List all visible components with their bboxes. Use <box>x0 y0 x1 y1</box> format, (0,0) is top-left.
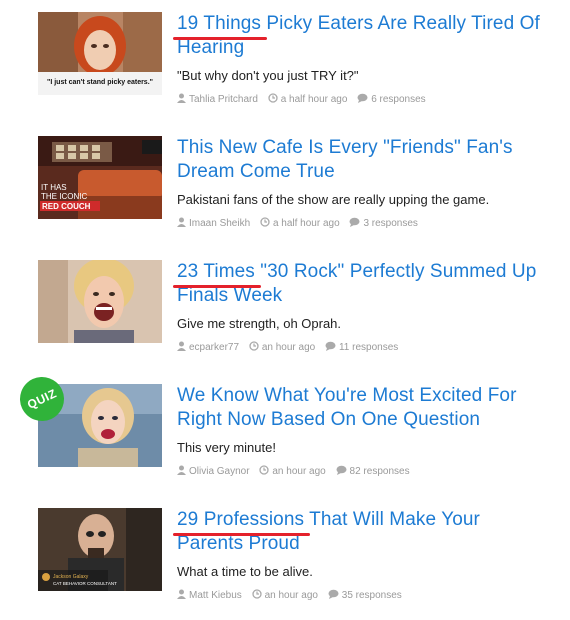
article-meta: Tahlia Pritchard a half hour ago 6 respo… <box>177 93 557 105</box>
title-highlight: 23 Times <box>173 261 261 288</box>
article-thumbnail[interactable]: "I just can't stand picky eaters." <box>38 12 162 95</box>
title-highlight: 29 Professions <box>173 509 311 536</box>
timestamp: a half hour ago <box>260 217 340 229</box>
article-card: Jackson Galaxy CAT BEHAVIOR CONSULTANT 2… <box>0 508 570 620</box>
user-icon <box>177 217 186 227</box>
article-meta: Imaan Sheikh a half hour ago 3 responses <box>177 217 557 229</box>
user-icon <box>177 341 186 351</box>
comment-icon <box>336 465 347 475</box>
responses-link[interactable]: 11 responses <box>325 341 398 353</box>
red-underline <box>173 37 267 40</box>
article-title[interactable]: 23 Times "30 Rock" Perfectly Summed Up F… <box>173 260 547 308</box>
article-meta: ecparker77 an hour ago 11 responses <box>177 341 557 353</box>
thumb-caption: RED COUCH <box>42 202 91 211</box>
thumb-caption: Jackson Galaxy <box>53 574 89 580</box>
responses-link[interactable]: 82 responses <box>336 465 410 477</box>
article-description: Pakistani fans of the show are really up… <box>177 192 490 207</box>
article-description: This very minute! <box>177 440 276 455</box>
responses-link[interactable]: 6 responses <box>357 93 426 105</box>
responses-link[interactable]: 3 responses <box>349 217 418 229</box>
article-meta: Olivia Gaynor an hour ago 82 responses <box>177 465 557 477</box>
clock-icon <box>251 589 262 599</box>
author-link[interactable]: Matt Kiebus <box>177 589 242 601</box>
article-meta: Matt Kiebus an hour ago 35 responses <box>177 589 557 601</box>
clock-icon <box>260 217 270 227</box>
article-card: "I just can't stand picky eaters." 19 Th… <box>0 12 570 124</box>
timestamp: an hour ago <box>251 589 318 601</box>
article-thumbnail[interactable]: Jackson Galaxy CAT BEHAVIOR CONSULTANT <box>38 508 162 591</box>
clock-icon <box>259 465 270 475</box>
article-feed: "I just can't stand picky eaters." 19 Th… <box>0 0 570 616</box>
timestamp: a half hour ago <box>268 93 347 105</box>
author-link[interactable]: ecparker77 <box>177 341 239 353</box>
article-thumbnail[interactable]: IT HAS THE ICONIC RED COUCH <box>38 136 162 219</box>
clock-icon <box>268 93 278 103</box>
author-link[interactable]: Tahlia Pritchard <box>177 93 258 105</box>
comment-icon <box>325 341 336 351</box>
article-thumbnail[interactable] <box>38 260 162 343</box>
thumb-caption: "I just can't stand picky eaters." <box>47 79 153 86</box>
title-highlight: 19 Things <box>173 13 267 40</box>
article-card: 23 Times "30 Rock" Perfectly Summed Up F… <box>0 260 570 372</box>
user-icon <box>177 93 186 103</box>
user-icon <box>177 465 186 475</box>
article-title[interactable]: This New Cafe Is Every "Friends" Fan's D… <box>177 136 547 184</box>
thumb-caption: IT HAS <box>41 183 67 192</box>
comment-icon <box>357 93 368 103</box>
article-card: We Know What You're Most Excited For Rig… <box>0 384 570 496</box>
thumb-caption: THE ICONIC <box>41 192 87 201</box>
article-card: IT HAS THE ICONIC RED COUCH This New Caf… <box>0 136 570 248</box>
article-title[interactable]: 19 Things Picky Eaters Are Really Tired … <box>173 12 547 60</box>
thumb-caption: CAT BEHAVIOR CONSULTANT <box>53 581 117 586</box>
article-description: Give me strength, oh Oprah. <box>177 316 342 331</box>
article-title[interactable]: 29 Professions That Will Make Your Paren… <box>173 508 547 556</box>
responses-link[interactable]: 35 responses <box>328 589 402 601</box>
timestamp: an hour ago <box>259 465 326 477</box>
timestamp: an hour ago <box>249 341 315 353</box>
author-link[interactable]: Imaan Sheikh <box>177 217 250 229</box>
clock-icon <box>249 341 259 351</box>
comment-icon <box>349 217 360 227</box>
red-underline <box>173 533 311 536</box>
article-title[interactable]: We Know What You're Most Excited For Rig… <box>177 384 547 432</box>
comment-icon <box>328 589 339 599</box>
author-link[interactable]: Olivia Gaynor <box>177 465 250 477</box>
article-description: What a time to be alive. <box>177 564 313 579</box>
article-description: "But why don't you just TRY it?" <box>177 68 359 83</box>
user-icon <box>177 589 186 599</box>
red-underline <box>173 285 261 288</box>
